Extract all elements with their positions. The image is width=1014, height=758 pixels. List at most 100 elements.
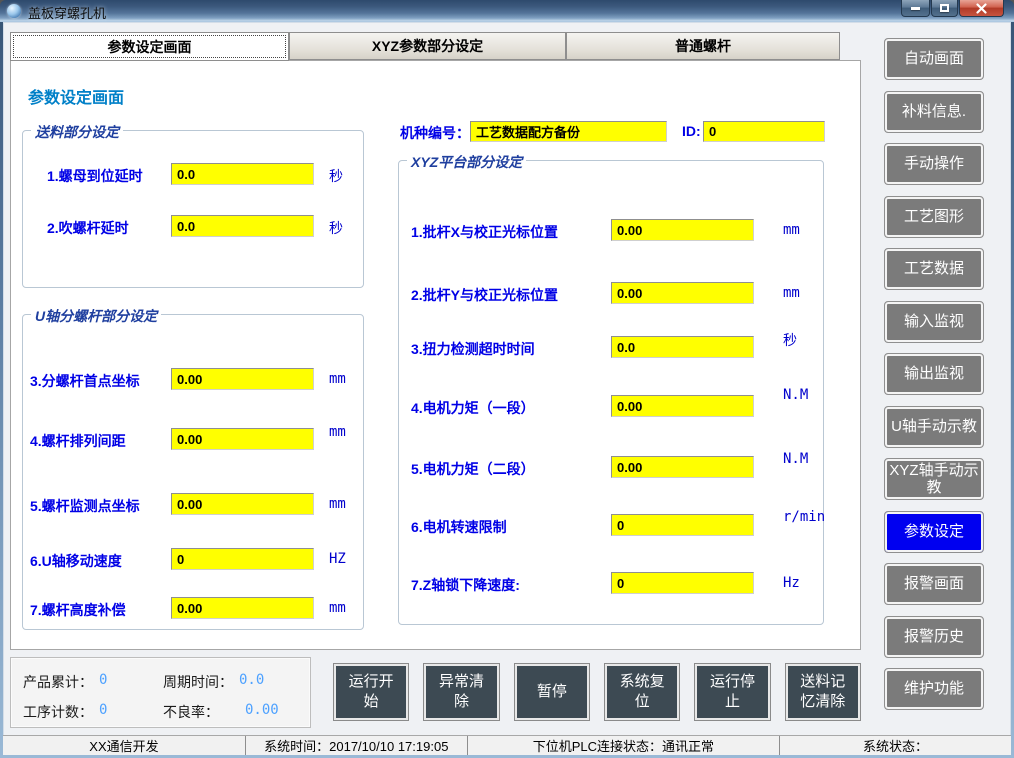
field-label: 4.电机力矩（一段） bbox=[411, 398, 535, 418]
close-icon bbox=[976, 3, 987, 14]
field-input[interactable] bbox=[611, 336, 754, 358]
field-row: 4.电机力矩（一段） N.M bbox=[399, 395, 823, 419]
field-input[interactable] bbox=[171, 215, 314, 237]
error-clear-button[interactable]: 异常清除 bbox=[423, 663, 499, 721]
group-xyz-title: XYZ平台部分设定 bbox=[407, 152, 526, 172]
stat-label: 产品累计： bbox=[23, 672, 93, 692]
field-label: 1.批杆X与校正光标位置 bbox=[411, 222, 558, 242]
maximize-icon bbox=[940, 4, 949, 12]
field-row: 3.分螺杆首点坐标 mm bbox=[23, 368, 363, 392]
field-label: 2.批杆Y与校正光标位置 bbox=[411, 285, 558, 305]
field-label: 6.U轴移动速度 bbox=[30, 551, 122, 571]
stat-value: 0 bbox=[99, 702, 107, 718]
status-vendor: XX通信开发 bbox=[3, 736, 245, 755]
group-feed-settings: 送料部分设定 1.螺母到位延时 秒 2.吹螺杆延时 秒 bbox=[22, 130, 364, 288]
field-label: 3.分螺杆首点坐标 bbox=[30, 371, 140, 391]
group-feed-title: 送料部分设定 bbox=[31, 122, 123, 142]
field-label: 3.扭力检测超时时间 bbox=[411, 339, 535, 359]
group-u-axis-settings: U轴分螺杆部分设定 3.分螺杆首点坐标 mm 4.螺杆排列间距 mm 5.螺杆监… bbox=[22, 314, 364, 630]
field-unit: mm bbox=[329, 371, 346, 387]
field-unit: N.M bbox=[783, 451, 808, 467]
field-row: 1.螺母到位延时 秒 bbox=[23, 163, 363, 187]
group-xyz-settings: XYZ平台部分设定 1.批杆X与校正光标位置 mm 2.批杆Y与校正光标位置 m… bbox=[398, 160, 824, 625]
stat-value: 0.0 bbox=[239, 672, 264, 688]
tab-xyz-parameter[interactable]: XYZ参数部分设定 bbox=[289, 32, 566, 60]
tab-parameter-setting[interactable]: 参数设定画面 bbox=[10, 32, 289, 61]
minimize-button[interactable] bbox=[901, 0, 930, 17]
window-title: 盖板穿螺孔机 bbox=[28, 3, 106, 22]
sidebar-item-input-monitor[interactable]: 输入监视 bbox=[884, 301, 984, 343]
field-unit: mm bbox=[783, 222, 800, 238]
pause-button[interactable]: 暂停 bbox=[514, 663, 590, 721]
field-input[interactable] bbox=[611, 456, 754, 478]
stat-label: 不良率： bbox=[163, 702, 219, 722]
status-system-state: 系统状态： bbox=[779, 736, 1011, 755]
field-unit: Hz bbox=[783, 575, 800, 591]
field-label: 5.电机力矩（二段） bbox=[411, 459, 535, 479]
field-input[interactable] bbox=[171, 548, 314, 570]
machine-id-input[interactable] bbox=[703, 121, 825, 142]
production-stats-panel: 产品累计： 0 周期时间： 0.0 工序计数： 0 不良率： 0.00 bbox=[10, 657, 311, 728]
field-input[interactable] bbox=[171, 493, 314, 515]
sidebar-item-manual-operation[interactable]: 手动操作 bbox=[884, 143, 984, 185]
field-input[interactable] bbox=[171, 368, 314, 390]
field-input[interactable] bbox=[171, 163, 314, 185]
stat-value: 0 bbox=[99, 672, 107, 688]
feed-memory-clear-button[interactable]: 送料记忆清除 bbox=[785, 663, 861, 721]
field-input[interactable] bbox=[611, 395, 754, 417]
sidebar-item-process-data[interactable]: 工艺数据 bbox=[884, 248, 984, 290]
run-start-button[interactable]: 运行开始 bbox=[333, 663, 409, 721]
machine-model-label: 机种编号： bbox=[400, 123, 470, 143]
machine-id-label: ID: bbox=[682, 123, 701, 139]
field-row: 2.批杆Y与校正光标位置 mm bbox=[399, 282, 823, 306]
field-row: 6.U轴移动速度 HZ bbox=[23, 548, 363, 572]
field-label: 1.螺母到位延时 bbox=[47, 166, 143, 186]
field-input[interactable] bbox=[171, 597, 314, 619]
field-input[interactable] bbox=[611, 219, 754, 241]
field-row: 1.批杆X与校正光标位置 mm bbox=[399, 219, 823, 243]
title-bar: 盖板穿螺孔机 bbox=[0, 0, 1014, 22]
group-u-axis-title: U轴分螺杆部分设定 bbox=[31, 306, 161, 326]
stat-label: 周期时间： bbox=[163, 672, 233, 692]
sidebar-item-refill-info[interactable]: 补料信息. bbox=[884, 91, 984, 133]
field-input[interactable] bbox=[611, 572, 754, 594]
field-row: 4.螺杆排列间距 mm bbox=[23, 428, 363, 452]
field-row: 2.吹螺杆延时 秒 bbox=[23, 215, 363, 239]
sidebar-item-u-axis-teach[interactable]: U轴手动示教 bbox=[884, 406, 984, 448]
field-unit: mm bbox=[783, 285, 800, 301]
status-system-time: 系统时间：2017/10/10 17:19:05 bbox=[245, 736, 467, 755]
field-row: 7.螺杆高度补偿 mm bbox=[23, 597, 363, 621]
sidebar-item-auto-screen[interactable]: 自动画面 bbox=[884, 38, 984, 80]
system-reset-button[interactable]: 系统复位 bbox=[604, 663, 680, 721]
sidebar-item-output-monitor[interactable]: 输出监视 bbox=[884, 353, 984, 395]
status-plc-connection: 下位机PLC连接状态：通讯正常 bbox=[467, 736, 779, 755]
field-label: 4.螺杆排列间距 bbox=[30, 431, 126, 451]
sidebar-item-alarm-screen[interactable]: 报警画面 bbox=[884, 563, 984, 605]
field-row: 3.扭力检测超时时间 秒 bbox=[399, 336, 823, 360]
page-title: 参数设定画面 bbox=[28, 84, 124, 108]
app-icon bbox=[7, 4, 21, 18]
field-label: 2.吹螺杆延时 bbox=[47, 218, 129, 238]
stat-value: 0.00 bbox=[245, 702, 279, 718]
field-row: 5.螺杆监测点坐标 mm bbox=[23, 493, 363, 517]
field-input[interactable] bbox=[611, 282, 754, 304]
window-controls bbox=[900, 0, 1004, 17]
sidebar-item-maintenance[interactable]: 维护功能 bbox=[884, 668, 984, 710]
maximize-button[interactable] bbox=[931, 0, 958, 17]
sidebar-item-process-graphic[interactable]: 工艺图形 bbox=[884, 196, 984, 238]
field-input[interactable] bbox=[611, 514, 754, 536]
tab-normal-screw[interactable]: 普通螺杆 bbox=[566, 32, 840, 60]
machine-controls: 运行开始 异常清除 暂停 系统复位 运行停止 送料记忆清除 bbox=[333, 663, 861, 721]
sidebar-item-xyz-axis-teach[interactable]: XYZ轴手动示教 bbox=[884, 458, 984, 500]
field-unit: HZ bbox=[329, 551, 346, 567]
sidebar-item-alarm-history[interactable]: 报警历史 bbox=[884, 616, 984, 658]
sidebar-nav: 自动画面 补料信息. 手动操作 工艺图形 工艺数据 输入监视 输出监视 U轴手动… bbox=[884, 38, 984, 710]
sidebar-item-parameter-setting[interactable]: 参数设定 bbox=[884, 511, 984, 553]
field-input[interactable] bbox=[171, 428, 314, 450]
run-stop-button[interactable]: 运行停止 bbox=[694, 663, 770, 721]
machine-model-input[interactable] bbox=[470, 121, 667, 142]
field-unit: N.M bbox=[783, 387, 808, 403]
close-button[interactable] bbox=[959, 0, 1004, 17]
stat-label: 工序计数： bbox=[23, 702, 93, 722]
minimize-icon bbox=[911, 7, 920, 10]
